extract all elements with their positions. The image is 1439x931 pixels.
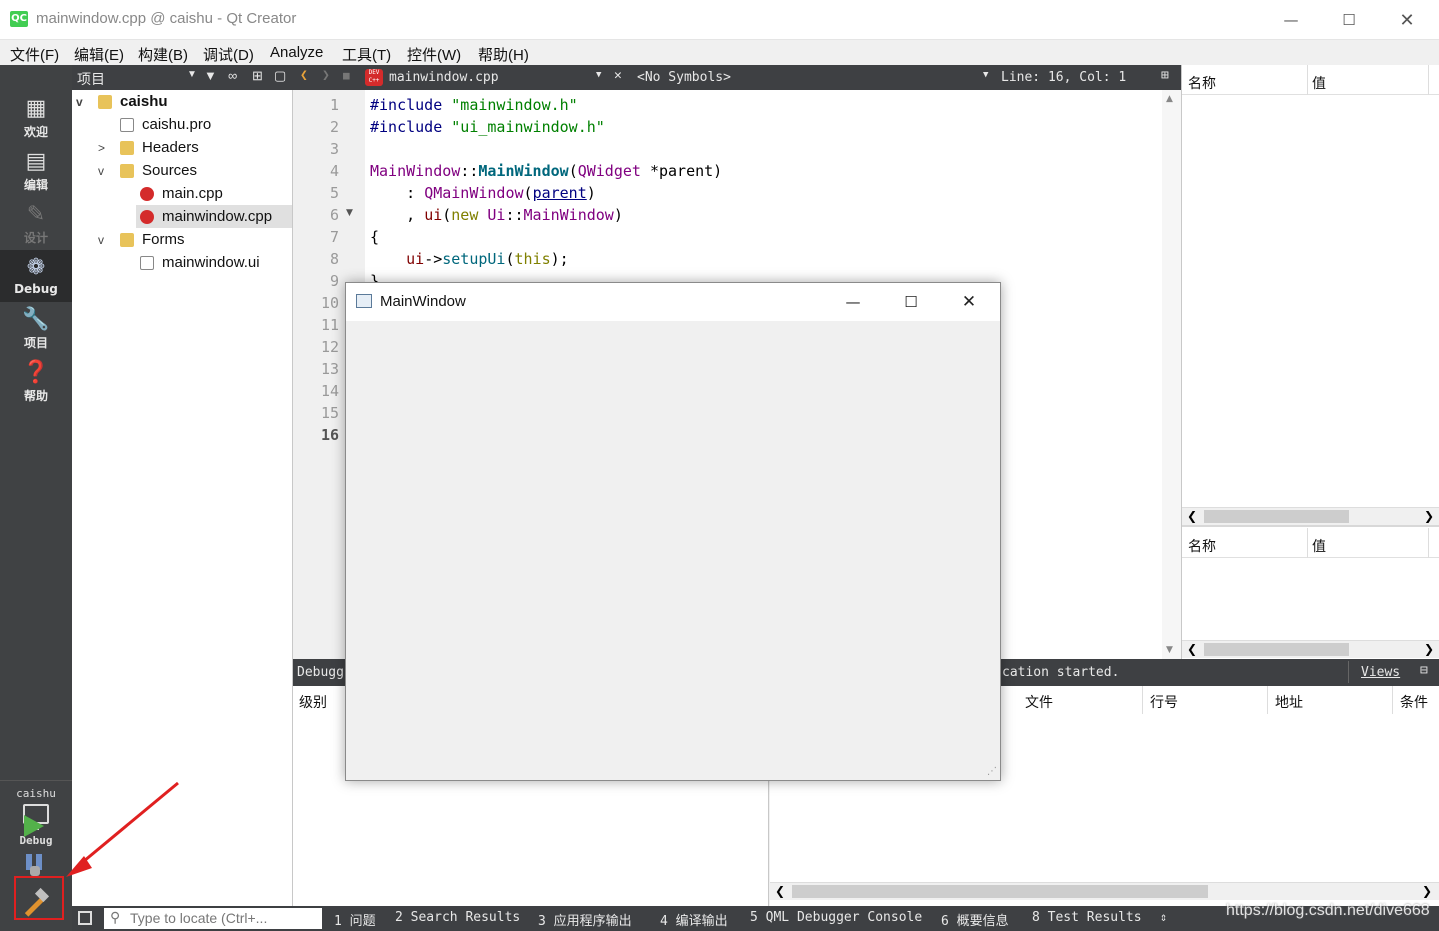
- annotation-arrow: [66, 781, 179, 877]
- qt-creator-window: QC mainwindow.cpp @ caishu - Qt Creator …: [0, 0, 1439, 931]
- watermark: https://blog.csdn.net/dive668: [1226, 902, 1430, 919]
- annotation-highlight-box: [14, 876, 64, 920]
